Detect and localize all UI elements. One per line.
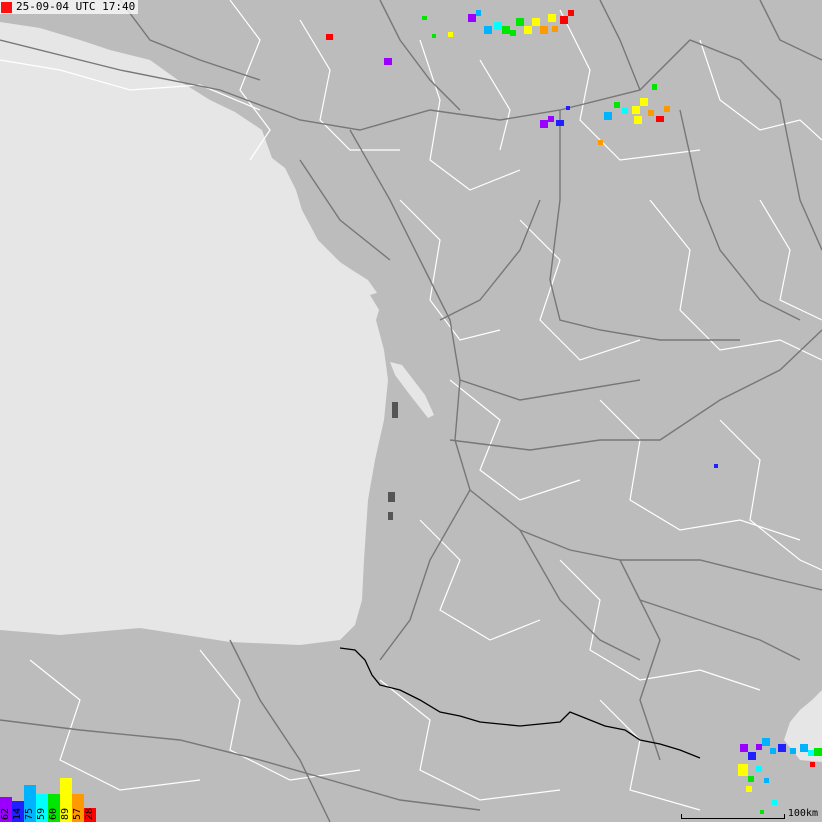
scale-bar-line <box>680 814 785 819</box>
legend-bin: 62 <box>0 797 12 822</box>
map-canvas <box>0 0 822 822</box>
legend-bin: 14 <box>12 801 24 822</box>
legend-bin-count: 89 <box>60 807 71 820</box>
scale-bar: 100km <box>680 808 818 819</box>
legend-bin-count: 62 <box>0 807 11 820</box>
legend-bin-count: 57 <box>72 807 83 820</box>
legend-bin: 28 <box>84 808 96 822</box>
legend-bin: 75 <box>24 785 36 822</box>
timestamp-label: 25-09-04 UTC 17:40 <box>0 0 139 14</box>
legend-bin: 89 <box>60 778 72 822</box>
legend-bin-count: 60 <box>48 807 59 820</box>
lake <box>388 512 393 520</box>
timestamp-marker-icon <box>1 1 12 13</box>
timestamp-text: 25-09-04 UTC 17:40 <box>16 0 136 13</box>
lake <box>388 492 395 502</box>
lightning-map: 25-09-04 UTC 17:40 62 14 75 59 60 89 57 … <box>0 0 822 822</box>
lake <box>392 402 398 418</box>
legend-bin-count: 75 <box>24 807 35 820</box>
scale-bar-label: 100km <box>787 808 818 819</box>
legend-bin: 57 <box>72 794 84 822</box>
legend-bin: 60 <box>48 794 60 822</box>
legend-bin-count: 59 <box>36 807 47 820</box>
legend-bin-count: 28 <box>84 807 95 820</box>
age-legend: 62 14 75 59 60 89 57 28 <box>0 774 96 822</box>
legend-bin: 59 <box>36 794 48 822</box>
legend-bin-count: 14 <box>12 807 23 820</box>
